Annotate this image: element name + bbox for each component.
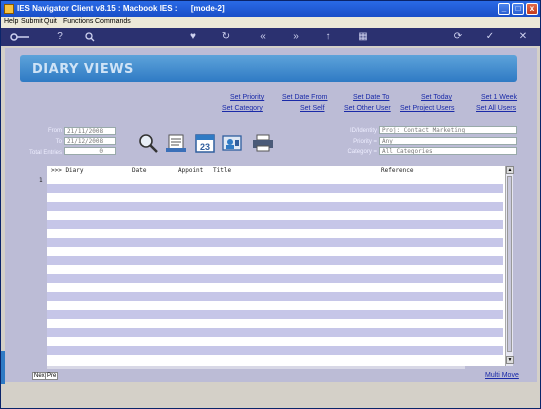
document-scroll-icon[interactable]: [165, 133, 189, 153]
category-label: Category =: [347, 149, 377, 155]
restart-icon[interactable]: ⟳: [451, 30, 465, 44]
forward-icon[interactable]: »: [289, 30, 303, 44]
from-date-field[interactable]: 21/11/2008: [64, 127, 116, 135]
row-number: 1: [39, 177, 43, 184]
minimize-button[interactable]: _: [498, 3, 510, 15]
grid-header: >>> Diary Date Appoint Title Reference: [47, 166, 509, 175]
column-title[interactable]: Title: [213, 167, 231, 174]
up-icon[interactable]: ↑: [321, 30, 335, 44]
side-tab[interactable]: [1, 351, 5, 385]
set-self-link[interactable]: Set Self: [300, 105, 325, 112]
horizontal-scrollbar[interactable]: [47, 366, 465, 369]
table-row[interactable]: [47, 346, 503, 355]
total-entries-label: Total Entries: [28, 150, 62, 156]
diary-views-panel: DIARY VIEWS Set Priority Set Date From S…: [5, 48, 537, 382]
set-priority-link[interactable]: Set Priority: [230, 94, 264, 101]
column-appoint[interactable]: Appoint: [178, 167, 203, 174]
table-row[interactable]: [47, 256, 503, 265]
help-icon[interactable]: ?: [53, 30, 67, 44]
refresh-icon[interactable]: ↻: [219, 30, 233, 44]
set-date-from-link[interactable]: Set Date From: [282, 94, 328, 101]
table-row[interactable]: [47, 220, 503, 229]
table-row[interactable]: [47, 184, 503, 193]
scroll-down-icon[interactable]: ▼: [506, 356, 514, 364]
page-banner: DIARY VIEWS: [20, 55, 517, 82]
close-button[interactable]: x: [526, 3, 538, 15]
menu-functions[interactable]: Functions: [63, 18, 93, 25]
search-icon[interactable]: [137, 132, 159, 154]
menu-help[interactable]: Help: [4, 18, 18, 25]
check-icon[interactable]: ✓: [483, 30, 497, 44]
set-category-link[interactable]: Set Category: [222, 105, 263, 112]
menu-submit[interactable]: Submit: [21, 18, 43, 25]
key-icon[interactable]: [9, 30, 31, 44]
set-all-users-link[interactable]: Set All Users: [476, 105, 516, 112]
from-label: From: [48, 128, 62, 134]
status-bar: [1, 384, 540, 408]
vertical-scrollbar[interactable]: ▲ ▼: [505, 166, 514, 366]
set-date-to-link[interactable]: Set Date To: [353, 94, 389, 101]
category-field[interactable]: All Categories: [379, 147, 517, 155]
page-title: DIARY VIEWS: [32, 62, 134, 77]
heart-icon[interactable]: ♥: [186, 30, 200, 44]
prev-button[interactable]: Pre: [45, 372, 59, 380]
window-title: IES Navigator Client v8.15 : Macbook IES…: [17, 4, 225, 13]
priority-field[interactable]: Any: [379, 137, 517, 145]
set-project-users-link[interactable]: Set Project Users: [400, 105, 454, 112]
contact-card-icon[interactable]: [221, 133, 245, 153]
app-icon: [4, 4, 14, 14]
scroll-up-icon[interactable]: ▲: [506, 166, 514, 174]
menu-commands[interactable]: Commands: [95, 18, 131, 25]
set-today-link[interactable]: Set Today: [421, 94, 452, 101]
toolbar: ? ♥ ↻ « » ↑ ▦ ⟳ ✓ ✕: [1, 28, 540, 46]
back-icon[interactable]: «: [256, 30, 270, 44]
printer-icon[interactable]: [251, 134, 275, 152]
table-row[interactable]: [47, 238, 503, 247]
column-diary[interactable]: >>> Diary: [51, 167, 84, 174]
to-label: To: [55, 139, 62, 145]
title-bar: IES Navigator Client v8.15 : Macbook IES…: [1, 1, 540, 17]
set-other-user-link[interactable]: Set Other User: [344, 105, 391, 112]
set-1-week-link[interactable]: Set 1 Week: [481, 94, 517, 101]
table-row[interactable]: [47, 310, 503, 319]
total-entries-field: 0: [64, 147, 116, 155]
priority-label: Priority =: [353, 139, 377, 145]
table-row[interactable]: [47, 292, 503, 301]
table-row[interactable]: [47, 175, 503, 184]
id-identity-field[interactable]: Proj: Contact Marketing: [379, 126, 517, 134]
multi-move-link[interactable]: Multi Move: [485, 372, 519, 379]
menu-grid-icon[interactable]: ▦: [356, 30, 370, 44]
scroll-thumb[interactable]: [507, 176, 512, 352]
maximize-button[interactable]: □: [512, 3, 524, 15]
column-reference[interactable]: Reference: [381, 167, 414, 174]
to-date-field[interactable]: 21/12/2008: [64, 137, 116, 145]
exit-icon[interactable]: ✕: [516, 30, 530, 44]
table-row[interactable]: [47, 274, 503, 283]
calendar-day: 23: [200, 142, 210, 152]
diary-grid: >>> Diary Date Appoint Title Reference 1…: [39, 166, 514, 366]
app-window: IES Navigator Client v8.15 : Macbook IES…: [0, 0, 541, 409]
table-row[interactable]: [47, 328, 503, 337]
search-icon[interactable]: [83, 30, 97, 44]
menu-quit[interactable]: Quit: [44, 18, 57, 25]
calendar-icon[interactable]: 23: [194, 132, 216, 154]
table-row[interactable]: [47, 202, 503, 211]
column-date[interactable]: Date: [132, 167, 146, 174]
id-label: ID/Identity: [349, 128, 377, 134]
menu-bar: Help Submit Quit Functions Commands: [1, 17, 540, 28]
